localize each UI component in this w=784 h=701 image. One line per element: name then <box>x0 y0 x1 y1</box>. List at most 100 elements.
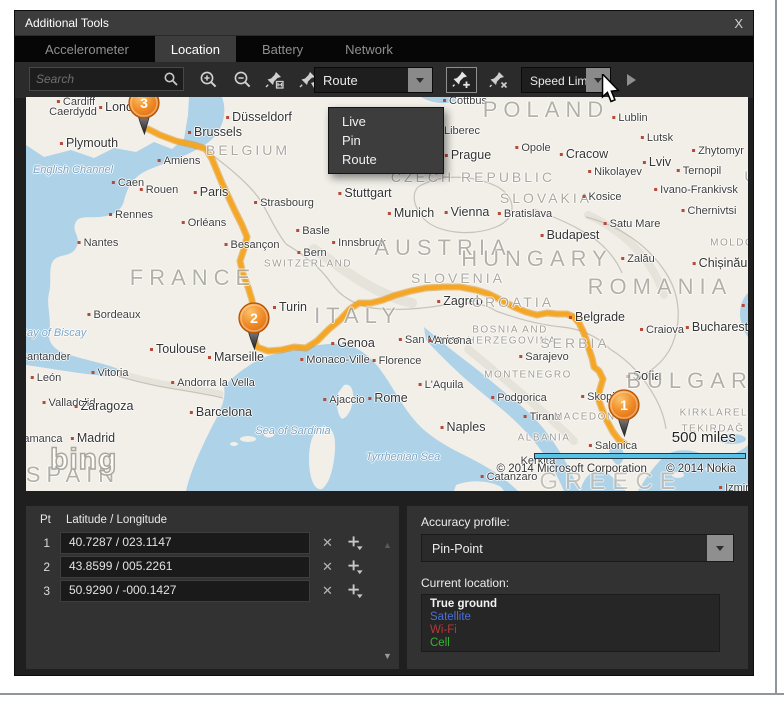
map-label: Santander <box>26 351 70 363</box>
bing-logo: bing <box>50 443 117 477</box>
map-label: Belgrade <box>569 310 625 324</box>
delete-point-button[interactable]: ✕ <box>322 559 333 575</box>
accuracy-profile-label: Accuracy profile: <box>421 515 510 529</box>
points-scrollbar[interactable]: ▲ ▼ <box>381 534 395 663</box>
map-label: Sarajevo <box>519 351 568 363</box>
route-pin-1[interactable]: 1 <box>602 389 646 446</box>
city-dot <box>112 181 115 184</box>
attribution-microsoft: © 2014 Microsoft Corporation <box>497 463 647 475</box>
zoom-in-icon <box>199 70 219 90</box>
map-label: Lutsk <box>641 132 673 144</box>
city-dot <box>481 475 484 478</box>
search-box[interactable] <box>29 67 184 91</box>
tab-location[interactable]: Location <box>155 36 236 62</box>
city-dot <box>254 201 257 204</box>
delete-point-button[interactable]: ✕ <box>322 535 333 551</box>
save-points-button[interactable] <box>261 67 289 93</box>
delete-point-button[interactable]: ✕ <box>322 583 333 599</box>
map-label: L'Aquila <box>419 379 464 391</box>
map-label: Podgorica <box>491 392 547 404</box>
location-source-true-ground: True ground <box>430 598 711 611</box>
city-dot <box>643 161 646 164</box>
map-label: SLOVENIA <box>411 270 505 286</box>
map-label: Besançon <box>225 239 280 251</box>
city-dot <box>641 136 644 139</box>
map-label: Lviv <box>643 155 671 169</box>
map-label: Vitoria <box>92 367 129 379</box>
scroll-down-icon[interactable]: ▼ <box>383 651 392 661</box>
map-label: Bordeaux <box>87 309 140 321</box>
screenshot-stage: Additional Tools X Accelerometer Location… <box>0 0 784 701</box>
option-route[interactable]: Route <box>329 150 443 169</box>
add-point-button[interactable] <box>446 67 477 93</box>
map-label: Naples <box>441 420 486 434</box>
map-label: León <box>31 372 61 384</box>
zoom-out-button[interactable] <box>229 67 257 93</box>
route-pin-3[interactable]: 3 <box>122 97 166 144</box>
map-mode-dropdown[interactable]: Route <box>314 67 433 93</box>
locate-point-button[interactable] <box>347 559 364 576</box>
speed-limit-dropdown[interactable]: Speed Limit <box>521 67 611 93</box>
tab-network[interactable]: Network <box>329 36 409 62</box>
location-source-cell: Cell <box>430 637 711 650</box>
map-label: Kosice <box>582 191 621 203</box>
map-scale-label: 500 miles <box>672 429 736 446</box>
city-dot <box>682 209 685 212</box>
pin-add-icon <box>452 70 472 90</box>
map-label: MONTENEGRO <box>484 370 572 381</box>
tab-battery[interactable]: Battery <box>246 36 319 62</box>
locate-point-button[interactable] <box>347 583 364 600</box>
point-index: 2 <box>32 560 50 574</box>
route-pin-2[interactable]: 2 <box>232 302 276 359</box>
city-dot <box>158 159 161 162</box>
map-label: SERBIA <box>540 335 609 351</box>
map-label: Andorra la Vella <box>171 377 255 389</box>
latlng-input[interactable]: 43.8599 / 005.2261 <box>60 556 310 578</box>
scroll-up-icon[interactable]: ▲ <box>383 540 392 550</box>
close-icon[interactable]: X <box>734 17 743 30</box>
map-label: Craiova <box>640 324 684 336</box>
locate-point-button[interactable] <box>347 535 364 552</box>
map-label: Izmir <box>719 482 748 491</box>
current-location-label: Current location: <box>421 576 509 590</box>
chevron-down-icon[interactable] <box>707 535 733 561</box>
tab-accelerometer[interactable]: Accelerometer <box>29 36 145 62</box>
city-dot <box>399 338 402 341</box>
map-label: Rennes <box>109 209 153 221</box>
city-dot <box>140 188 143 191</box>
location-source-wi-fi: Wi-Fi <box>430 624 711 637</box>
clear-points-button[interactable] <box>485 67 513 93</box>
frame-shadow-right <box>775 0 777 694</box>
latlng-input[interactable]: 40.7287 / 023.1147 <box>60 532 310 554</box>
accuracy-profile-dropdown[interactable]: Pin-Point <box>421 534 734 562</box>
map-label: Rome <box>368 391 407 405</box>
map-label: Cracow <box>560 147 608 161</box>
city-dot <box>560 153 563 156</box>
map-label: SLOVAKIA <box>500 190 592 206</box>
search-input[interactable] <box>30 72 163 86</box>
map-label: Turin <box>273 300 307 314</box>
svg-text:1: 1 <box>620 397 628 413</box>
city-dot <box>677 169 680 172</box>
point-row: 2 43.8599 / 005.2261 ✕ <box>26 557 373 577</box>
map-label: Monaco-Ville <box>300 354 369 366</box>
city-dot <box>569 316 572 319</box>
additional-tools-window: Additional Tools X Accelerometer Location… <box>14 10 754 676</box>
map-label: Cottbus <box>443 97 487 107</box>
chevron-down-icon[interactable] <box>408 68 432 92</box>
latlng-input[interactable]: 50.9290 / -000.1427 <box>60 580 310 602</box>
zoom-in-button[interactable] <box>195 67 223 93</box>
search-icon <box>163 71 183 87</box>
city-dot <box>498 212 501 215</box>
title-bar: Additional Tools X <box>15 11 753 36</box>
map-label: Strasbourg <box>254 197 314 209</box>
map-label: BELGIUM <box>206 142 290 158</box>
city-dot <box>441 426 444 429</box>
accuracy-panel: Accuracy profile: Pin-Point Current loca… <box>407 506 748 669</box>
city-dot <box>373 359 376 362</box>
map-label: Tulcea <box>742 300 748 312</box>
option-live[interactable]: Live <box>329 112 443 131</box>
option-pin[interactable]: Pin <box>329 131 443 150</box>
city-dot <box>57 100 60 103</box>
city-dot <box>31 376 34 379</box>
